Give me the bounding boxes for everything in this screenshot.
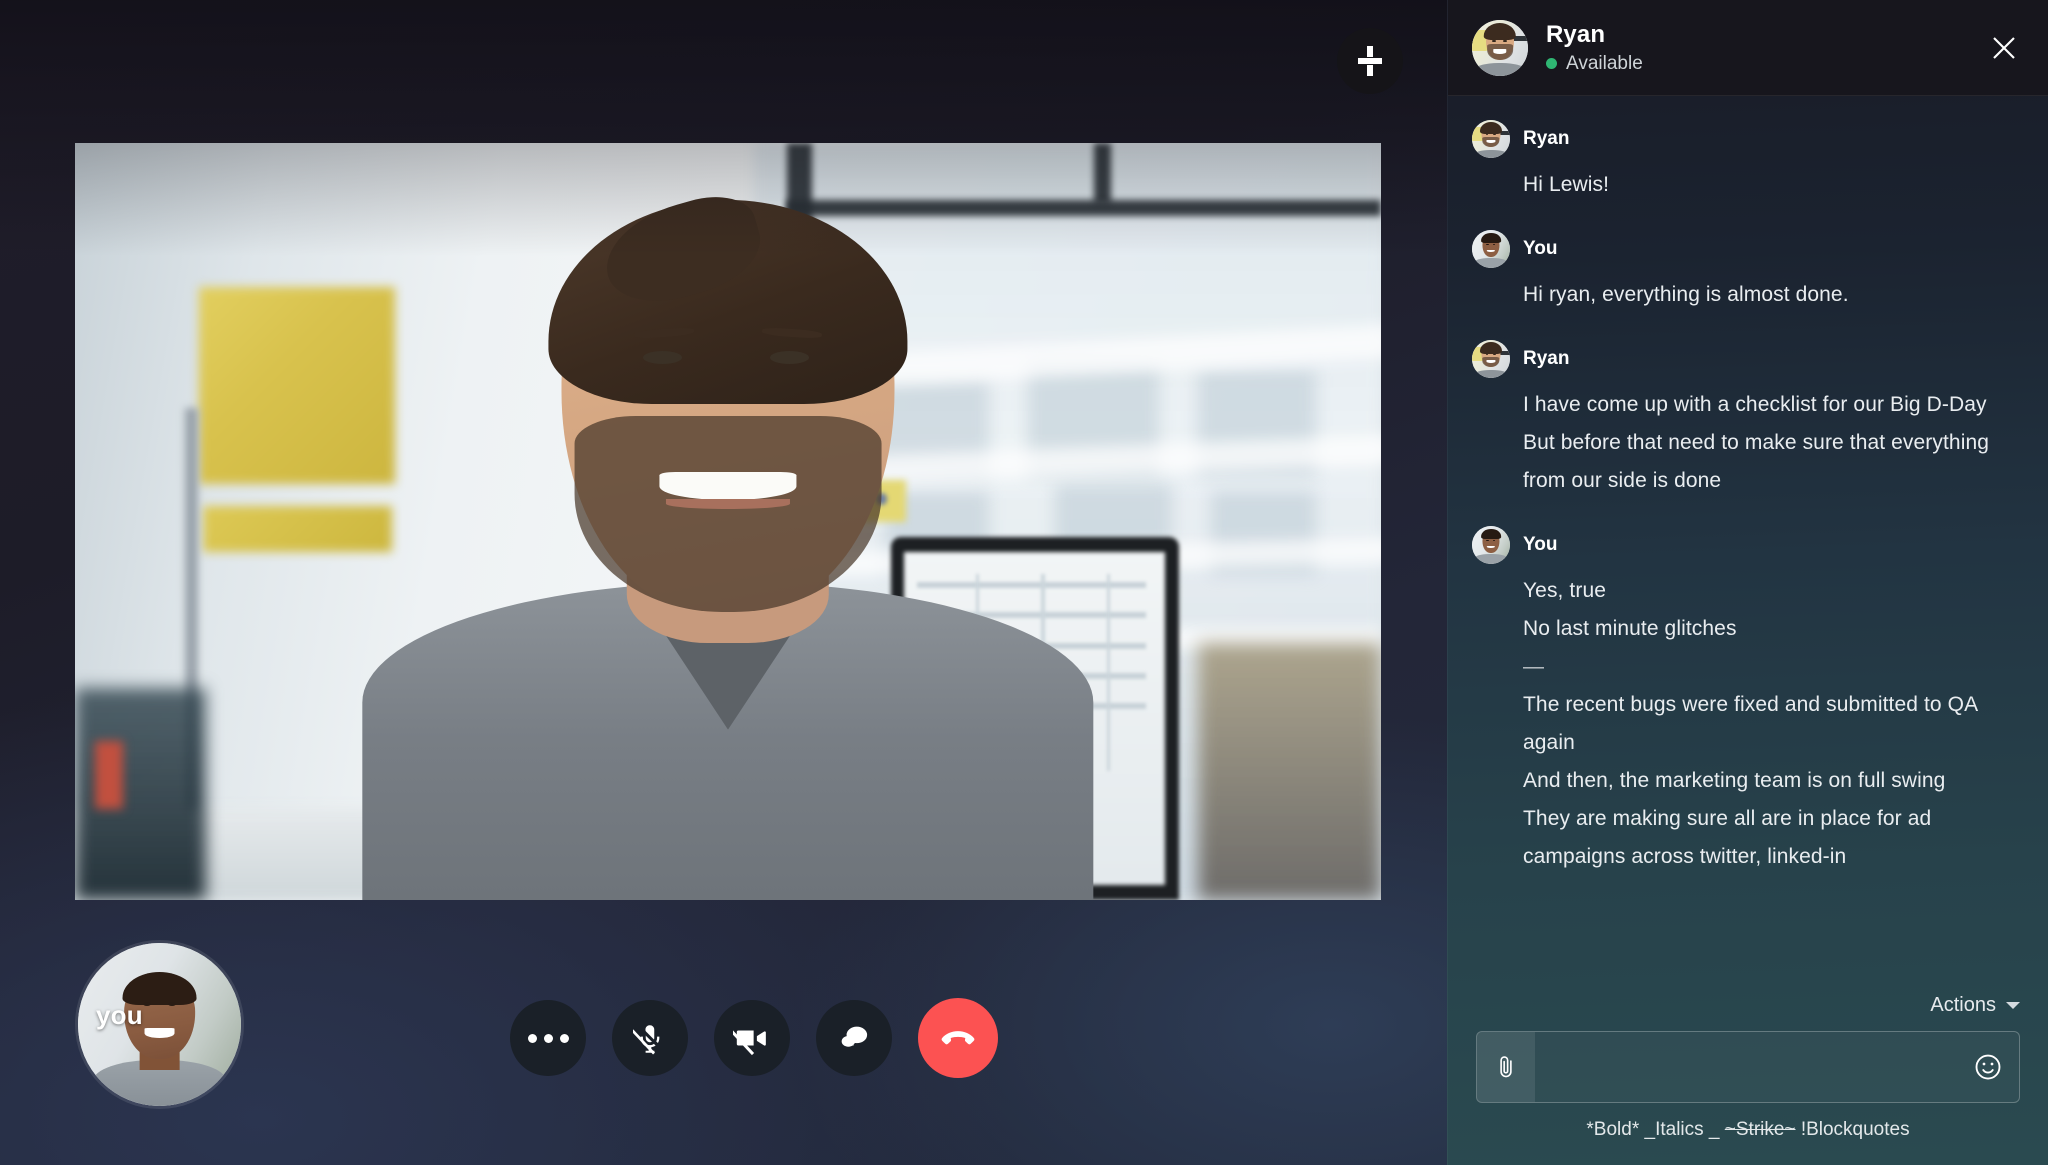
chat-panel: Ryan Available Ryan Hi Lewis! You Hi rya… (1447, 0, 2048, 1165)
format-italics-hint: _Italics _ (1644, 1119, 1720, 1140)
phone-hangup-icon (941, 1031, 975, 1045)
more-options-button[interactable] (510, 1000, 586, 1076)
format-blockquotes-hint: !Blockquotes (1800, 1119, 1910, 1140)
chat-button[interactable] (816, 1000, 892, 1076)
message-avatar (1472, 526, 1510, 564)
paperclip-icon (1500, 1056, 1512, 1078)
message-item: Ryan I have come up with a checklist for… (1472, 340, 2018, 500)
message-author: Ryan (1523, 128, 1570, 149)
message-line: But before that need to make sure that e… (1523, 431, 1990, 454)
formatting-hint: *Bold* _Italics _ ~Strike~ !Blockquotes (1476, 1103, 2020, 1151)
format-bold-hint: *Bold* (1586, 1119, 1640, 1140)
self-view-label: you (96, 1000, 143, 1030)
message-avatar (1472, 340, 1510, 378)
composer-area: Actions *Bold* _Italics _ ~Strike~ !Bloc… (1448, 994, 2048, 1165)
smiley-icon (1975, 1054, 2001, 1080)
message-author: You (1523, 534, 1558, 555)
status-badge: Available (1546, 53, 1643, 75)
message-line: And then, the marketing team is on full … (1523, 769, 1946, 792)
message-line: I have come up with a checklist for our … (1523, 393, 1987, 416)
message-body: Hi Lewis! (1523, 166, 2018, 204)
mic-button[interactable] (612, 1000, 688, 1076)
message-line: Hi ryan, everything is almost done. (1523, 283, 1849, 306)
collapse-fullscreen-button[interactable] (1337, 28, 1403, 94)
video-camera-off-icon (733, 1026, 766, 1056)
message-line: They are making sure all are in place fo… (1523, 807, 1932, 830)
message-avatar (1472, 230, 1510, 268)
message-line: The recent bugs were fixed and submitted… (1523, 693, 1979, 716)
remote-video-feed[interactable] (75, 143, 1381, 900)
format-strike-hint: ~Strike~ (1724, 1119, 1796, 1140)
message-author: Ryan (1523, 348, 1570, 369)
camera-button[interactable] (714, 1000, 790, 1076)
status-text: Available (1566, 52, 1643, 74)
message-line: again (1523, 731, 1575, 754)
chevron-down-icon[interactable] (2006, 1002, 2020, 1009)
video-stage: you (0, 0, 1447, 1165)
close-chat-button[interactable] (1984, 28, 2024, 68)
emoji-picker-button[interactable] (1957, 1032, 2019, 1102)
message-item: You Yes, true No last minute glitches — … (1472, 526, 2018, 876)
chat-header-avatar (1472, 19, 1528, 76)
message-item: Ryan Hi Lewis! (1472, 120, 2018, 204)
actions-label[interactable]: Actions (1930, 994, 1996, 1017)
chat-bubble-icon (841, 1026, 868, 1047)
message-body: Yes, true No last minute glitches — The … (1523, 572, 2018, 876)
remote-video-scene (75, 143, 1381, 900)
actions-dropdown[interactable]: Actions (1476, 994, 2020, 1017)
attach-file-button[interactable] (1477, 1032, 1535, 1102)
message-line: — (1523, 655, 1545, 678)
call-controls (510, 998, 998, 1078)
online-status-dot (1546, 58, 1557, 69)
microphone-muted-icon (633, 1025, 660, 1055)
message-avatar (1472, 120, 1510, 158)
message-body: I have come up with a checklist for our … (1523, 386, 2018, 500)
chat-header-name: Ryan (1546, 20, 1606, 48)
remote-participant-figure (75, 143, 1381, 900)
end-call-button[interactable] (918, 998, 998, 1078)
message-composer[interactable] (1476, 1031, 2020, 1103)
message-author: You (1523, 238, 1558, 259)
chat-header: Ryan Available (1448, 0, 2048, 96)
message-item: You Hi ryan, everything is almost done. (1472, 230, 2018, 314)
video-call-app: you Ryan Available Ryan Hi Lewis! You Hi… (0, 0, 2048, 1165)
message-line: campaigns across twitter, linked-in (1523, 845, 1847, 868)
ellipsis-icon (527, 1033, 569, 1043)
message-line: Hi Lewis! (1523, 173, 1610, 196)
message-body: Hi ryan, everything is almost done. (1523, 276, 2018, 314)
message-line: from our side is done (1523, 469, 1722, 492)
collapse-fullscreen-icon (1355, 46, 1385, 76)
message-list[interactable]: Ryan Hi Lewis! You Hi ryan, everything i… (1448, 96, 2048, 994)
close-icon (1993, 36, 2015, 59)
message-line: No last minute glitches (1523, 617, 1737, 640)
message-input[interactable] (1535, 1032, 1957, 1102)
message-line: Yes, true (1523, 579, 1607, 602)
